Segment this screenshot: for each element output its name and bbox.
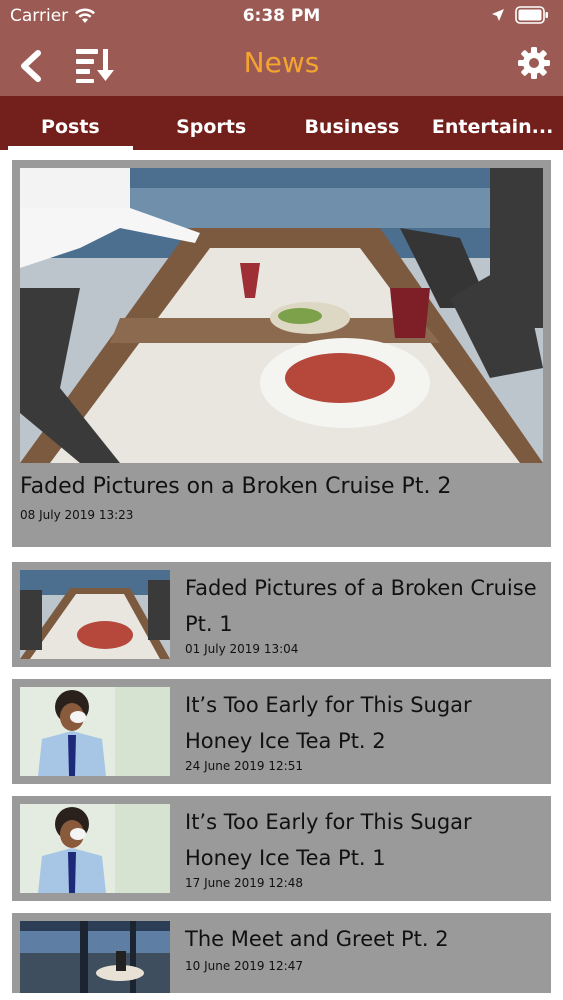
- article-date: 24 June 2019 12:51: [185, 759, 303, 773]
- list-item[interactable]: It’s Too Early for This Sugar Honey Ice …: [12, 679, 551, 784]
- category-tabs: Posts Sports Business Entertain...: [0, 96, 563, 150]
- featured-image: [20, 168, 543, 463]
- article-thumbnail: [20, 687, 170, 776]
- gear-icon[interactable]: [517, 46, 551, 80]
- tab-posts[interactable]: Posts: [0, 96, 141, 150]
- article-date: 10 June 2019 12:47: [185, 959, 303, 973]
- tab-sports[interactable]: Sports: [141, 96, 282, 150]
- page-title: News: [243, 46, 320, 79]
- article-title: It’s Too Early for This Sugar Honey Ice …: [185, 810, 472, 870]
- article-date: 01 July 2019 13:04: [185, 642, 299, 656]
- status-time: 6:38 PM: [242, 6, 321, 26]
- tab-entertainment[interactable]: Entertain...: [422, 96, 563, 150]
- status-bar: Carrier 6:38 PM: [0, 0, 563, 34]
- article-thumbnail: [20, 921, 170, 993]
- article-thumbnail: [20, 804, 170, 893]
- article-title: It’s Too Early for This Sugar Honey Ice …: [185, 693, 472, 753]
- article-thumbnail: [20, 570, 170, 659]
- battery-icon: [515, 6, 548, 24]
- navigation-bar: News: [0, 34, 563, 96]
- news-feed: Faded Pictures on a Broken Cruise Pt. 2 …: [12, 160, 551, 547]
- featured-article[interactable]: Faded Pictures on a Broken Cruise Pt. 2 …: [12, 160, 551, 547]
- article-title: Faded Pictures of a Broken Cruise Pt. 1: [185, 576, 537, 636]
- list-item[interactable]: It’s Too Early for This Sugar Honey Ice …: [12, 796, 551, 901]
- tab-business[interactable]: Business: [282, 96, 423, 150]
- location-arrow-icon: [492, 9, 504, 21]
- list-item[interactable]: Faded Pictures of a Broken Cruise Pt. 1 …: [12, 562, 551, 667]
- article-title: The Meet and Greet Pt. 2: [185, 927, 449, 951]
- list-item[interactable]: The Meet and Greet Pt. 2 10 June 2019 12…: [12, 913, 551, 993]
- featured-date: 08 July 2019 13:23: [20, 508, 134, 522]
- status-right: [491, 6, 549, 24]
- article-date: 17 June 2019 12:48: [185, 876, 303, 890]
- featured-title: Faded Pictures on a Broken Cruise Pt. 2: [20, 474, 452, 499]
